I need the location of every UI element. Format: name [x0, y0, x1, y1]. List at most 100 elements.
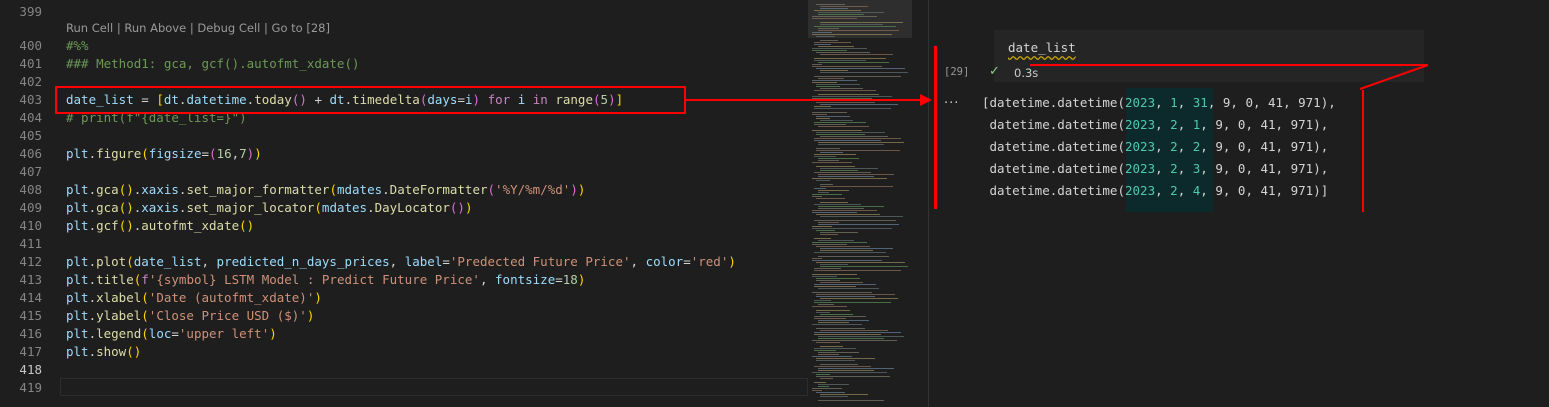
minimap-line — [816, 262, 905, 263]
output-number: 2023 — [1125, 95, 1156, 110]
cell-source[interactable]: date_list — [1008, 40, 1076, 55]
minimap-line — [812, 114, 827, 115]
line-number: 413 — [19, 272, 42, 287]
minimap-line — [816, 230, 835, 231]
run-cell-link[interactable]: Run Cell — [66, 21, 113, 35]
code-line[interactable]: plt.gca().xaxis.set_major_formatter(mdat… — [66, 181, 585, 199]
minimap-line — [814, 108, 891, 109]
minimap-line — [812, 242, 867, 243]
code-line[interactable]: plt.ylabel('Close Price USD ($)') — [66, 307, 314, 325]
minimap-line — [816, 310, 850, 311]
minimap-line — [816, 116, 850, 117]
minimap-line — [814, 156, 836, 157]
minimap-line — [814, 124, 846, 125]
current-line-highlight — [60, 378, 808, 396]
minimap-line — [816, 86, 840, 87]
line-number: 417 — [19, 344, 42, 359]
minimap-line — [820, 202, 848, 203]
minimap-line — [818, 142, 904, 143]
codelens-separator: | — [186, 21, 198, 35]
goto-cell-link[interactable]: Go to [28] — [272, 21, 330, 35]
execution-count: [29] — [944, 66, 970, 78]
output-text: , 9, 0, 41, 971 — [1200, 139, 1314, 154]
minimap-line — [814, 332, 901, 333]
minimap-line — [820, 250, 873, 251]
line-number: 411 — [19, 236, 42, 251]
minimap-line — [816, 328, 865, 329]
minimap-line — [820, 298, 898, 299]
minimap-line — [812, 258, 822, 259]
line-number: 404 — [19, 110, 42, 125]
minimap-line — [816, 312, 830, 313]
minimap-line — [820, 6, 868, 7]
minimap-line — [812, 66, 882, 67]
minimap-line — [818, 386, 829, 387]
output-text: , — [1155, 161, 1171, 176]
minimap-line — [812, 306, 847, 307]
line-number: 410 — [19, 218, 42, 233]
minimap-line — [818, 224, 899, 225]
minimap-line — [814, 154, 856, 155]
minimap-line — [818, 338, 884, 339]
output-number: 2 — [1170, 139, 1178, 154]
code-editor[interactable]: 399 400 401 402 403 404 405 406 407 408 409 410 411 4… — [0, 0, 808, 407]
minimap-line — [820, 232, 858, 233]
minimap-line — [812, 388, 842, 389]
minimap-line — [816, 246, 870, 247]
minimap-line — [820, 364, 858, 365]
minimap-line — [816, 342, 840, 343]
codelens-separator: | — [113, 21, 125, 35]
minimap-line — [816, 52, 870, 53]
code-line[interactable]: #%% — [66, 37, 89, 55]
minimap-line — [820, 22, 903, 23]
minimap[interactable] — [808, 0, 912, 407]
output-text: , — [1177, 161, 1193, 176]
minimap-line — [814, 58, 886, 59]
output-text: , — [1155, 95, 1171, 110]
code-line[interactable]: plt.figure(figsize=(16,7)) — [66, 145, 262, 163]
line-number: 409 — [19, 200, 42, 215]
debug-cell-link[interactable]: Debug Cell — [197, 21, 260, 35]
cell-source-text: date_list — [1008, 40, 1076, 55]
minimap-line — [814, 334, 881, 335]
code-line[interactable]: plt.xlabel('Date (autofmt_xdate)') — [66, 289, 322, 307]
output-row: datetime.datetime(2023, 2, 2, 9, 0, 41, … — [982, 136, 1329, 158]
code-line[interactable]: plt.gcf().autofmt_xdate() — [66, 217, 254, 235]
minimap-line — [820, 8, 848, 9]
minimap-line — [820, 136, 888, 137]
minimap-line — [820, 40, 838, 41]
code-line[interactable]: plt.title(f'{symbol} LSTM Model : Predic… — [66, 271, 585, 289]
output-number: 2023 — [1125, 161, 1156, 176]
output-more-actions-button[interactable]: ... — [944, 92, 959, 107]
output-text: ), — [1320, 95, 1336, 110]
code-line[interactable]: plt.gca().xaxis.set_major_locator(mdates… — [66, 199, 472, 217]
minimap-line — [814, 220, 896, 221]
minimap-line — [814, 90, 876, 91]
minimap-line — [812, 324, 862, 325]
minimap-line — [816, 296, 875, 297]
code-line[interactable]: ### Method1: gca, gcf().autofmt_xdate() — [66, 55, 360, 73]
output-text: ), — [1313, 139, 1329, 154]
minimap-line — [818, 370, 874, 371]
minimap-line — [814, 284, 876, 285]
minimap-line — [812, 340, 897, 341]
minimap-line — [812, 260, 882, 261]
minimap-line — [818, 256, 889, 257]
output-number: 2 — [1170, 183, 1178, 198]
minimap-line — [820, 170, 858, 171]
code-line[interactable]: plt.legend(loc='upper left') — [66, 325, 277, 343]
run-above-link[interactable]: Run Above — [124, 21, 186, 35]
minimap-line — [816, 374, 830, 375]
code-line[interactable]: plt.plot(date_list, predicted_n_days_pri… — [66, 253, 736, 271]
minimap-line — [820, 216, 903, 217]
minimap-line — [812, 32, 832, 33]
minimap-line — [816, 150, 900, 151]
codelens-bar: Run Cell | Run Above | Debug Cell | Go t… — [66, 21, 330, 35]
annotation-bracket-left — [934, 46, 937, 209]
minimap-line — [816, 68, 905, 69]
minimap-line — [814, 350, 836, 351]
minimap-line — [814, 188, 826, 189]
line-number: 400 — [19, 38, 42, 53]
minimap-line — [816, 148, 840, 149]
code-line[interactable]: plt.show() — [66, 343, 141, 361]
